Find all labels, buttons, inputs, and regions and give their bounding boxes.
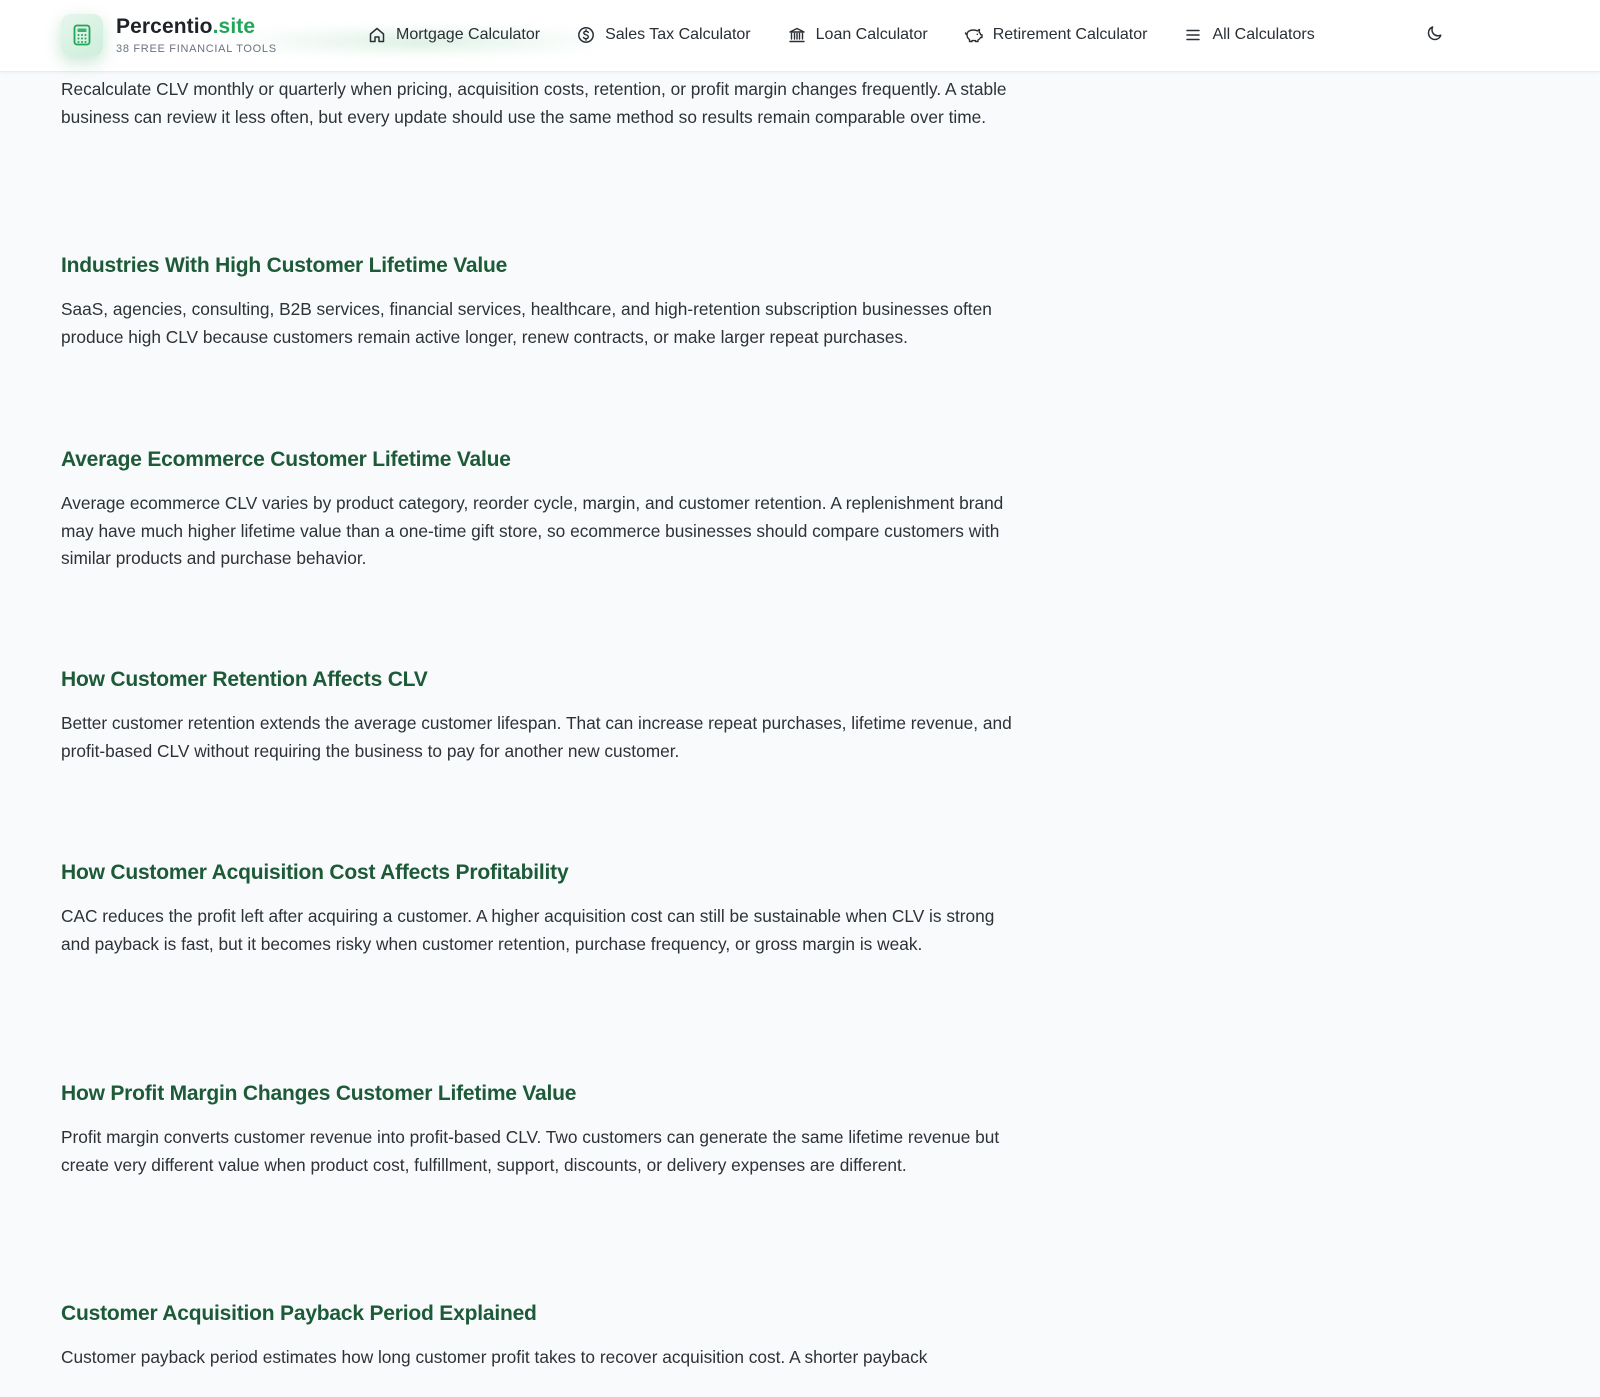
brand-name: Percentio.site bbox=[116, 15, 277, 39]
section-acquisition-cost: How Customer Acquisition Cost Affects Pr… bbox=[61, 859, 1021, 958]
section-retention: How Customer Retention Affects CLV Bette… bbox=[61, 666, 1021, 765]
section-body: Better customer retention extends the av… bbox=[61, 713, 1012, 761]
nav-item-all-calculators[interactable]: All Calculators bbox=[1183, 22, 1315, 48]
site-header: Percentio.site 38 FREE FINANCIAL TOOLS M… bbox=[0, 0, 1600, 72]
section-heading: How Customer Acquisition Cost Affects Pr… bbox=[61, 861, 569, 884]
calculator-icon bbox=[61, 14, 103, 56]
home-icon bbox=[367, 25, 387, 45]
section-profit-margin: How Profit Margin Changes Customer Lifet… bbox=[61, 1080, 1021, 1179]
intro-paragraph: Recalculate CLV monthly or quarterly whe… bbox=[61, 79, 1007, 127]
theme-toggle-button[interactable] bbox=[1424, 24, 1446, 46]
section-heading: Customer Acquisition Payback Period Expl… bbox=[61, 1302, 537, 1325]
brand-text: Percentio.site 38 FREE FINANCIAL TOOLS bbox=[116, 15, 277, 55]
bank-icon bbox=[787, 25, 807, 45]
brand-name-suffix: .site bbox=[212, 15, 256, 38]
section-body: CAC reduces the profit left after acquir… bbox=[61, 906, 995, 954]
nav-label: Loan Calculator bbox=[815, 26, 928, 43]
section-body: SaaS, agencies, consulting, B2B services… bbox=[61, 299, 992, 347]
section-body: Profit margin converts customer revenue … bbox=[61, 1127, 1000, 1175]
page: Percentio.site 38 FREE FINANCIAL TOOLS M… bbox=[0, 0, 1600, 1397]
brand-tagline: 38 FREE FINANCIAL TOOLS bbox=[116, 43, 277, 55]
section-heading: How Customer Retention Affects CLV bbox=[61, 668, 428, 691]
dollar-circle-icon bbox=[576, 25, 596, 45]
nav-label: All Calculators bbox=[1212, 26, 1315, 43]
moon-icon bbox=[1426, 24, 1444, 46]
section-heading: How Profit Margin Changes Customer Lifet… bbox=[61, 1082, 577, 1105]
nav-item-loan-calculator[interactable]: Loan Calculator bbox=[787, 22, 928, 48]
section-heading: Average Ecommerce Customer Lifetime Valu… bbox=[61, 448, 511, 471]
section-body: Customer payback period estimates how lo… bbox=[61, 1347, 928, 1367]
main-content: Recalculate CLV monthly or quarterly whe… bbox=[61, 71, 1021, 1367]
main-nav: Mortgage Calculator Sales Tax Calculator bbox=[367, 22, 1351, 48]
menu-icon bbox=[1183, 25, 1203, 45]
brand-logo-link[interactable]: Percentio.site 38 FREE FINANCIAL TOOLS bbox=[61, 14, 277, 56]
section-ecommerce-clv: Average Ecommerce Customer Lifetime Valu… bbox=[61, 446, 1021, 573]
nav-item-mortgage-calculator[interactable]: Mortgage Calculator bbox=[367, 22, 540, 48]
nav-item-retirement-calculator[interactable]: Retirement Calculator bbox=[964, 22, 1148, 48]
nav-item-sales-tax-calculator[interactable]: Sales Tax Calculator bbox=[576, 22, 751, 48]
nav-label: Sales Tax Calculator bbox=[605, 26, 751, 43]
brand-name-main: Percentio bbox=[116, 15, 213, 38]
piggy-bank-icon bbox=[964, 25, 984, 45]
nav-label: Mortgage Calculator bbox=[396, 26, 541, 43]
section-industries: Industries With High Customer Lifetime V… bbox=[61, 252, 1021, 351]
section-heading: Industries With High Customer Lifetime V… bbox=[61, 254, 508, 277]
section-payback-period: Customer Acquisition Payback Period Expl… bbox=[61, 1300, 1021, 1372]
section-body: Average ecommerce CLV varies by product … bbox=[61, 493, 1004, 568]
nav-label: Retirement Calculator bbox=[992, 26, 1148, 43]
